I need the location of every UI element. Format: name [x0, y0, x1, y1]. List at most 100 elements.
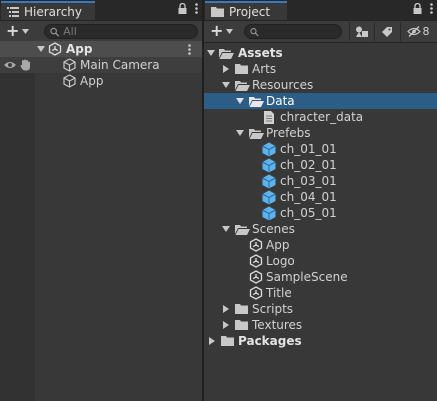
tree-item-prefab[interactable]: ch_03_01 [204, 173, 437, 189]
tab-project-label: Project [229, 4, 271, 19]
tree-item-assets[interactable]: Assets [204, 45, 437, 61]
tree-label: ch_04_01 [280, 190, 337, 204]
expand-arrow-icon[interactable] [236, 97, 244, 105]
search-icon [250, 27, 259, 36]
lock-icon[interactable] [178, 2, 187, 17]
project-search-field[interactable] [244, 24, 342, 39]
project-tab-bar: Project [204, 0, 437, 21]
tree-item-scenes[interactable]: Scenes [204, 221, 437, 237]
project-search-input[interactable] [258, 25, 341, 38]
tree-label: SampleScene [266, 270, 348, 284]
expand-arrow-icon[interactable] [207, 49, 215, 57]
hierarchy-row-app[interactable]: App [0, 73, 202, 89]
create-dropdown-button[interactable]: + [210, 21, 234, 40]
folder-icon [235, 320, 248, 330]
hierarchy-tab-bar: Hierarchy [0, 0, 202, 21]
tree-item-scene[interactable]: Title [204, 285, 437, 301]
collapse-arrow-icon[interactable] [222, 65, 230, 73]
expand-arrow-icon[interactable] [222, 225, 230, 233]
tree-item-chracter-data[interactable]: chracter_data [204, 109, 437, 125]
folder-icon [211, 6, 224, 17]
tree-item-prefab[interactable]: ch_02_01 [204, 157, 437, 173]
gameobject-label: App [80, 74, 104, 88]
unity-logo-icon [249, 270, 263, 284]
hierarchy-row-scene[interactable]: App [0, 41, 202, 57]
tree-label: Title [266, 286, 292, 300]
cube-icon [63, 74, 76, 88]
file-icon [264, 110, 274, 124]
unity-logo-icon [249, 254, 263, 268]
prefab-cube-icon [262, 190, 276, 205]
tree-label: Scenes [252, 222, 295, 236]
label-filter-icon [382, 26, 392, 37]
prefab-cube-icon [262, 142, 276, 157]
hidden-packages-button[interactable]: 8 [400, 22, 435, 41]
label-filter-button[interactable] [374, 22, 399, 41]
tree-item-arts[interactable]: Arts [204, 61, 437, 77]
expand-arrow-icon[interactable] [37, 45, 45, 53]
tree-label: ch_01_01 [280, 142, 337, 156]
tree-item-scripts[interactable]: Scripts [204, 301, 437, 317]
chevron-down-icon [22, 28, 30, 34]
tree-item-data[interactable]: Data [204, 93, 437, 109]
tree-item-scene[interactable]: SampleScene [204, 269, 437, 285]
scene-kebab-menu-icon[interactable] [188, 43, 191, 55]
tab-hierarchy[interactable]: Hierarchy [1, 1, 95, 20]
tab-hierarchy-label: Hierarchy [24, 4, 83, 19]
project-toolbar: + 8 [204, 21, 437, 43]
tree-item-packages[interactable]: Packages [204, 333, 437, 349]
folder-open-icon [249, 96, 264, 107]
hidden-packages-count: 8 [422, 25, 430, 38]
kebab-menu-icon[interactable] [430, 3, 433, 17]
tree-item-textures[interactable]: Textures [204, 317, 437, 333]
eye-icon[interactable] [3, 60, 17, 70]
tree-item-prefab[interactable]: ch_04_01 [204, 189, 437, 205]
tree-item-prefab[interactable]: ch_01_01 [204, 141, 437, 157]
tree-item-scene[interactable]: App [204, 237, 437, 253]
list-icon [7, 6, 19, 17]
folder-open-icon [235, 80, 250, 91]
collapse-arrow-icon[interactable] [222, 305, 230, 313]
collapse-arrow-icon[interactable] [208, 337, 216, 345]
tree-item-resources[interactable]: Resources [204, 77, 437, 93]
tree-label: Assets [238, 46, 283, 60]
prefab-cube-icon [262, 174, 276, 189]
hierarchy-toolbar: + [0, 21, 202, 43]
hierarchy-search-field[interactable] [44, 24, 198, 39]
scene-name: App [66, 42, 93, 56]
hierarchy-row-main-camera[interactable]: Main Camera [0, 57, 202, 73]
expand-arrow-icon[interactable] [236, 129, 244, 137]
visibility-column [0, 42, 35, 401]
tree-item-scene[interactable]: Logo [204, 253, 437, 269]
hierarchy-panel: Hierarchy + App [0, 0, 202, 401]
plus-icon: + [210, 21, 224, 40]
tree-item-prefebs[interactable]: Prefebs [204, 125, 437, 141]
kebab-menu-icon[interactable] [195, 3, 198, 17]
prefab-cube-icon [262, 206, 276, 221]
tree-label: App [266, 238, 290, 252]
tree-label: Prefebs [266, 126, 311, 140]
hand-icon[interactable] [20, 59, 31, 71]
tree-label: Logo [266, 254, 295, 268]
tree-label: Textures [252, 318, 303, 332]
unity-logo-icon [249, 238, 263, 252]
tab-project[interactable]: Project [205, 1, 287, 20]
type-filter-button[interactable] [349, 22, 374, 41]
folder-icon [221, 336, 234, 346]
create-dropdown-button[interactable]: + [6, 23, 30, 39]
lock-icon[interactable] [413, 2, 422, 17]
tree-item-prefab[interactable]: ch_05_01 [204, 205, 437, 221]
unity-logo-icon [249, 286, 263, 300]
gameobject-label: Main Camera [80, 58, 160, 72]
tree-label: Arts [252, 62, 277, 76]
tree-label: ch_02_01 [280, 158, 337, 172]
unity-logo-icon [48, 42, 62, 56]
tree-label: ch_05_01 [280, 206, 337, 220]
folder-open-icon [219, 48, 234, 59]
expand-arrow-icon[interactable] [222, 81, 230, 89]
hierarchy-search-input[interactable] [59, 25, 197, 38]
tree-label: chracter_data [280, 110, 364, 124]
collapse-arrow-icon[interactable] [222, 321, 230, 329]
folder-open-icon [249, 128, 264, 139]
search-icon [50, 27, 60, 37]
